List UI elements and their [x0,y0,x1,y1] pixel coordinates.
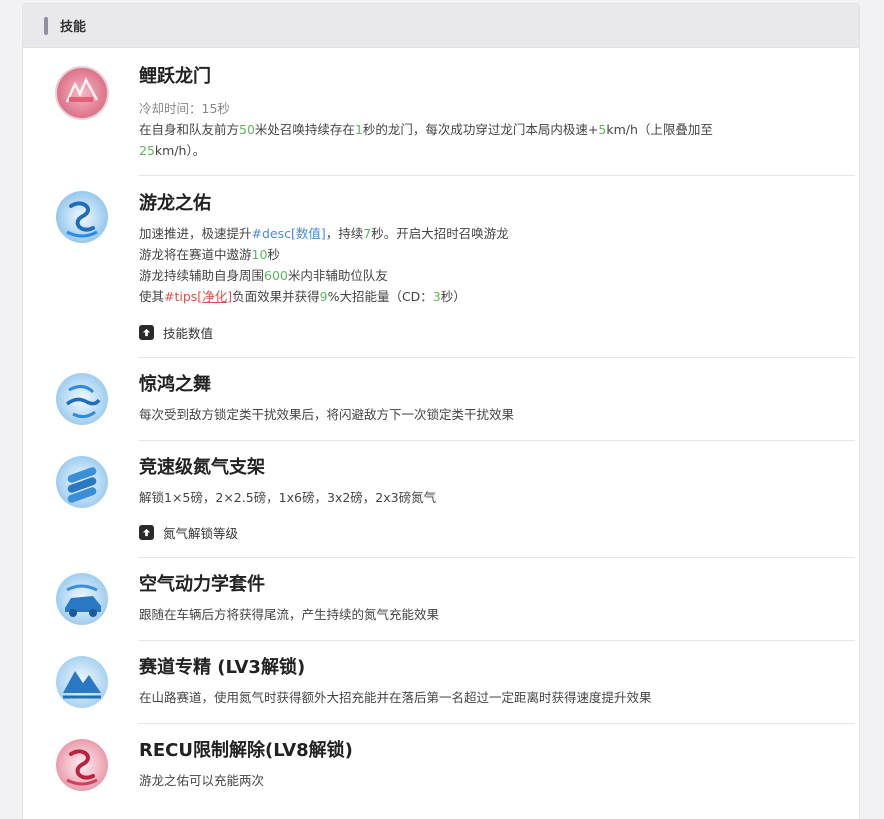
skill-item: 惊鸿之舞 每次受到敌方锁定类干扰效果后，将闪避敌方下一次锁定类干扰效果 [23,358,859,441]
skill-body: 游龙之佑 加速推进，极速提升#desc[数值]，持续7秒。开启大招时召唤游龙 游… [139,191,835,307]
skill-body: RECU限制解除(LV8解锁) 游龙之佑可以充能两次 [139,738,835,791]
header-accent-bar [44,16,48,35]
skill-name: 空气动力学套件 [139,574,265,595]
skill-desc-line: 跟随在车辆后方将获得尾流，产生持续的氮气充能效果 [139,607,440,622]
swift-dance-icon [53,370,111,428]
skill-item: 游龙之佑 加速推进，极速提升#desc[数值]，持续7秒。开启大招时召唤游龙 游… [23,176,859,358]
skill-body: 鲤跃龙门 冷却时间：15秒 在自身和队友前方50米处召唤持续存在1秒的龙门，每次… [139,64,835,161]
skill-desc-line: 每次受到敌方锁定类干扰效果后，将闪避敌方下一次锁定类干扰效果 [139,407,515,422]
expand-up-icon [139,325,154,340]
tooltip-link-purify[interactable]: 净化 [202,289,227,304]
skill-body: 赛道专精 (LV3解锁) 在山路赛道，使用氮气时获得额外大招充能并在落后第一名超… [139,655,835,708]
skill-body: 空气动力学套件 跟随在车辆后方将获得尾流，产生持续的氮气充能效果 [139,572,835,625]
skill-desc-line: 25km/h）。 [139,143,206,158]
skill-desc-line: 加速推进，极速提升#desc[数值]，持续7秒。开启大招时召唤游龙 [139,226,509,241]
skill-item: 鲤跃龙门 冷却时间：15秒 在自身和队友前方50米处召唤持续存在1秒的龙门，每次… [23,48,859,176]
skill-desc-line: 在自身和队友前方50米处召唤持续存在1秒的龙门，每次成功穿过龙门本局内极速+5k… [139,122,713,137]
mountain-track-icon [53,653,111,711]
skill-name: 竞速级氮气支架 [139,457,265,478]
skill-desc-line: 使其#tips[净化]负面效果并获得9%大招能量（CD：3秒） [139,289,466,304]
skill-item: 赛道专精 (LV3解锁) 在山路赛道，使用氮气时获得额外大招充能并在落后第一名超… [23,641,859,724]
skill-name: 鲤跃龙门 [139,66,211,87]
skill-item: 竞速级氮气支架 解锁1×5磅，2×2.5磅，1x6磅，3x2磅，2x3磅氮气 氮… [23,441,859,558]
expand-up-icon [139,525,154,540]
skills-card: 技能 鲤跃龙门 冷却时间：15秒 在自身和队友前方50米处召唤持续存在1秒的龙门… [22,3,860,819]
skill-desc-line: 解锁1×5磅，2×2.5磅，1x6磅，3x2磅，2x3磅氮气 [139,490,437,505]
skill-item: RECU限制解除(LV8解锁) 游龙之佑可以充能两次 [23,724,859,819]
skill-name: RECU限制解除(LV8解锁) [139,740,353,761]
skill-cooldown: 冷却时间：15秒 [139,101,230,116]
dragon-blessing-icon [53,188,111,246]
card-title: 技能 [60,20,87,35]
aero-kit-icon [53,570,111,628]
skill-name: 赛道专精 (LV3解锁) [139,657,306,678]
skill-desc-line: 游龙之佑可以充能两次 [139,773,265,788]
limit-release-icon [53,736,111,794]
skill-name: 惊鸿之舞 [139,374,211,395]
skill-desc-line: 游龙将在赛道中遨游10秒 [139,247,280,262]
nitro-unlock-toggle[interactable]: 氮气解锁等级 [139,523,238,542]
skill-values-toggle[interactable]: 技能数值 [139,323,213,342]
skill-body: 惊鸿之舞 每次受到敌方锁定类干扰效果后，将闪避敌方下一次锁定类干扰效果 [139,372,835,425]
skill-name: 游龙之佑 [139,193,211,214]
skill-body: 竞速级氮气支架 解锁1×5磅，2×2.5磅，1x6磅，3x2磅，2x3磅氮气 [139,455,835,508]
carp-dragon-gate-icon [53,64,111,122]
skill-desc-line: 游龙持续辅助自身周围600米内非辅助位队友 [139,268,388,283]
skill-desc-line: 在山路赛道，使用氮气时获得额外大招充能并在落后第一名超过一定距离时获得速度提升效… [139,690,652,705]
skill-item: 空气动力学套件 跟随在车辆后方将获得尾流，产生持续的氮气充能效果 [23,558,859,641]
card-header: 技能 [23,4,859,48]
nitro-rack-icon [53,453,111,511]
